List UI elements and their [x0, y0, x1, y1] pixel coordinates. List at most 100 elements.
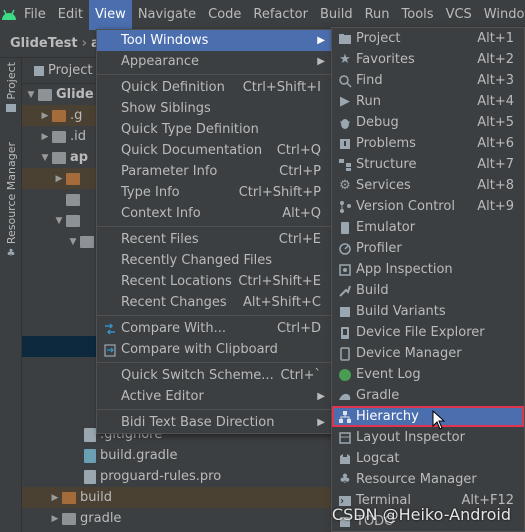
folder-icon [62, 491, 76, 504]
tree-row[interactable] [22, 189, 100, 210]
menu-item-shortcut: Ctrl+D [276, 321, 321, 336]
tree-row[interactable]: ▶ [22, 168, 100, 189]
tree-row[interactable]: ▶ .g [22, 105, 100, 126]
app-inspection-icon [338, 263, 352, 277]
menu-item-recent-locations[interactable]: Recent Locations Ctrl+Shift+E [97, 271, 331, 292]
menu-navigate[interactable]: Navigate [132, 0, 202, 30]
menu-item-quick-type-definition[interactable]: Quick Type Definition [97, 119, 331, 140]
menu-separator [97, 409, 331, 410]
menu-item-label: Device File Explorer [356, 325, 485, 340]
tool-window-device-file-explorer[interactable]: Device File Explorer [332, 322, 524, 343]
watermark: CSDN @Heiko-Android [331, 505, 511, 524]
menu-item-shortcut: Alt+9 [477, 199, 514, 214]
tool-window-run[interactable]: ▶ Run Alt+4 [332, 91, 524, 112]
tool-window-problems[interactable]: Problems Alt+6 [332, 133, 524, 154]
menu-item-label: Build [356, 283, 389, 298]
tool-window-layout-inspector[interactable]: Layout Inspector [332, 427, 524, 448]
menu-item-shortcut: Ctrl+P [279, 164, 321, 179]
tool-window-find[interactable]: Find Alt+3 [332, 70, 524, 91]
tree-row[interactable]: ▼ Glide [22, 84, 100, 105]
tool-window-favorites[interactable]: ★ Favorites Alt+2 [332, 49, 524, 70]
chevron-right-icon: ▶ [51, 513, 59, 524]
tree-row[interactable]: ▶ .id [22, 126, 100, 147]
menu-window[interactable]: Window [478, 0, 525, 30]
menu-item-label: Tool Windows [121, 33, 209, 48]
project-panel-header[interactable]: Project [22, 58, 100, 84]
menu-item-shortcut: Ctrl+` [280, 368, 321, 383]
tool-window-version-control[interactable]: Version Control Alt+9 [332, 196, 524, 217]
tree-row[interactable]: build.gradle [22, 445, 332, 466]
menu-item-context-info[interactable]: Context Info Alt+Q [97, 203, 331, 224]
tool-window-emulator[interactable]: Emulator [332, 217, 524, 238]
menu-item-parameter-info[interactable]: Parameter Info Ctrl+P [97, 161, 331, 182]
chevron-right-icon: ▶ [41, 131, 49, 142]
menu-edit[interactable]: Edit [52, 0, 89, 30]
device-file-icon [338, 326, 352, 340]
nav-project-name[interactable]: GlideTest [10, 36, 78, 51]
tree-row[interactable]: ▼ [22, 231, 100, 252]
menu-refactor[interactable]: Refactor [247, 0, 314, 30]
menu-code[interactable]: Code [202, 0, 247, 30]
chevron-down-icon: ▼ [55, 215, 63, 226]
tool-window-logcat[interactable]: Logcat [332, 448, 524, 469]
tool-window-gradle[interactable]: Gradle [332, 385, 524, 406]
menu-vcs[interactable]: VCS [440, 0, 478, 30]
menu-item-label: Appearance [121, 54, 200, 69]
folder-icon [6, 103, 16, 112]
tool-window-device-manager[interactable]: Device Manager [332, 343, 524, 364]
project-strip-tab[interactable]: Project [0, 62, 22, 112]
menu-item-label: Emulator [356, 220, 416, 235]
menu-run[interactable]: Run [359, 0, 396, 30]
project-strip-label: Project [4, 62, 18, 100]
menu-item-quick-documentation[interactable]: Quick Documentation Ctrl+Q [97, 140, 331, 161]
menu-item-quick-definition[interactable]: Quick Definition Ctrl+Shift+I [97, 77, 331, 98]
menu-item-label: Compare with Clipboard [121, 342, 278, 357]
menu-tools[interactable]: Tools [396, 0, 440, 30]
tree-row[interactable]: ▶ build [22, 487, 332, 508]
menu-item-recent-files[interactable]: Recent Files Ctrl+E [97, 229, 331, 250]
tool-window-structure[interactable]: Structure Alt+7 [332, 154, 524, 175]
menu-item-type-info[interactable]: Type Info Ctrl+Shift+P [97, 182, 331, 203]
compare-icon [103, 322, 117, 336]
menu-view[interactable]: View [88, 0, 132, 30]
tree-row[interactable]: ▼ ap [22, 147, 100, 168]
gradle-icon [338, 389, 352, 403]
menu-bar: File Edit View Navigate Code Refactor Bu… [0, 0, 525, 30]
menu-item-compare-with[interactable]: Compare With... Ctrl+D [97, 318, 331, 339]
tool-window-app-inspection[interactable]: App Inspection [332, 259, 524, 280]
menu-item-shortcut: Ctrl+Shift+I [242, 80, 321, 95]
tool-window-profiler[interactable]: Profiler [332, 238, 524, 259]
tool-window-build[interactable]: Build [332, 280, 524, 301]
menu-item-shortcut: Ctrl+Shift+P [238, 185, 321, 200]
tool-window-event-log[interactable]: Event Log [332, 364, 524, 385]
menu-item-label: Resource Manager [356, 472, 477, 487]
tool-window-resource-manager[interactable]: ♣ Resource Manager [332, 469, 524, 490]
menu-file[interactable]: File [18, 0, 52, 30]
resource-manager-strip-tab[interactable]: Resource Manager ♣ [0, 142, 22, 259]
tree-row[interactable]: ▼ [22, 210, 100, 231]
tool-window-project[interactable]: Project Alt+1 [332, 28, 524, 49]
menu-item-label: Build Variants [356, 304, 446, 319]
folder-icon [52, 109, 66, 122]
tool-window-services[interactable]: ⚙ Services Alt+8 [332, 175, 524, 196]
event-log-icon [338, 368, 352, 382]
menu-item-compare-with-clipboard[interactable]: Compare with Clipboard [97, 339, 331, 360]
menu-item-tool-windows[interactable]: Tool Windows ▶ [97, 30, 331, 51]
menu-item-appearance[interactable]: Appearance ▶ [97, 51, 331, 72]
tool-window-debug[interactable]: Debug Alt+5 [332, 112, 524, 133]
menu-build[interactable]: Build [314, 0, 359, 30]
services-icon: ⚙ [339, 178, 351, 193]
tree-row[interactable]: proguard-rules.pro [22, 466, 332, 487]
menu-item-recently-changed-files[interactable]: Recently Changed Files [97, 250, 331, 271]
menu-item-active-editor[interactable]: Active Editor ▶ [97, 386, 331, 407]
tree-row-selected[interactable] [22, 336, 100, 357]
menu-item-quick-switch-scheme[interactable]: Quick Switch Scheme... Ctrl+` [97, 365, 331, 386]
menu-item-bidi-text-direction[interactable]: Bidi Text Base Direction ▶ [97, 412, 331, 433]
tool-window-build-variants[interactable]: Build Variants [332, 301, 524, 322]
tree-row-label: gradle [80, 511, 122, 526]
menu-item-show-siblings[interactable]: Show Siblings [97, 98, 331, 119]
menu-item-recent-changes[interactable]: Recent Changes Alt+Shift+C [97, 292, 331, 313]
tool-window-hierarchy[interactable]: Hierarchy [332, 406, 524, 427]
tree-row[interactable]: ▶ gradle [22, 508, 332, 529]
menu-item-label: Quick Definition [121, 80, 225, 95]
